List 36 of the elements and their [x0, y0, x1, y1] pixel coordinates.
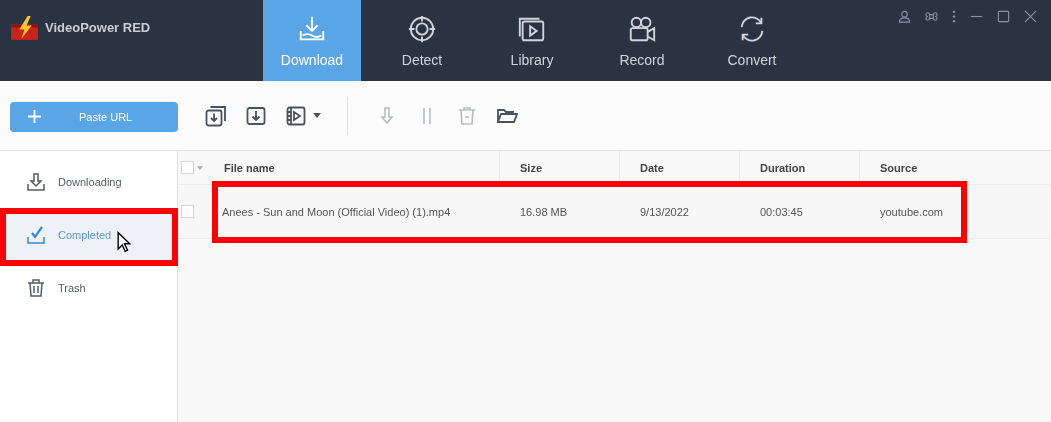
column-header[interactable]: Source [880, 161, 918, 174]
maximize-icon[interactable] [997, 10, 1010, 23]
check-icon [26, 224, 46, 245]
cursor-icon [117, 231, 131, 253]
app-title: VideoPower RED [45, 20, 151, 35]
download-icon [26, 171, 46, 192]
nav-tab[interactable]: Library [483, 0, 581, 81]
table-cell: 00:03:45 [760, 205, 803, 218]
table-cell: Anees - Sun and Moon (Official Video) (1).mp4 [222, 205, 451, 218]
more-icon[interactable] [952, 10, 956, 23]
sidebar-item[interactable]: Downloading [0, 155, 177, 208]
column-header[interactable]: Duration [760, 161, 806, 174]
column-header[interactable]: File name [224, 161, 275, 174]
trash-icon [26, 277, 46, 298]
logo-icon [10, 16, 39, 41]
table-cell: 16.98 MB [520, 205, 568, 218]
close-icon[interactable] [1024, 10, 1037, 23]
table-cell: 9/13/2022 [640, 205, 689, 218]
plus-icon [28, 110, 41, 123]
nav-tab[interactable]: Detect [373, 0, 471, 81]
batch-download-icon[interactable] [205, 104, 227, 127]
sidebar-item[interactable]: Trash [0, 261, 177, 314]
video-menu-button[interactable] [285, 104, 321, 127]
column-header[interactable]: Date [640, 161, 664, 174]
caret-icon [313, 113, 321, 118]
target-icon [407, 14, 437, 44]
nav-tab[interactable]: Convert [703, 0, 801, 81]
user-icon[interactable] [898, 10, 911, 23]
download-icon[interactable] [245, 104, 267, 127]
nav-tab[interactable]: Record [593, 0, 691, 81]
column-header[interactable]: Size [520, 161, 542, 174]
table-cell: youtube.com [880, 205, 943, 218]
row-checkbox[interactable] [181, 205, 194, 218]
video-camera-icon [627, 14, 657, 44]
select-all-checkbox[interactable] [181, 161, 194, 174]
command-icon[interactable] [925, 10, 938, 23]
